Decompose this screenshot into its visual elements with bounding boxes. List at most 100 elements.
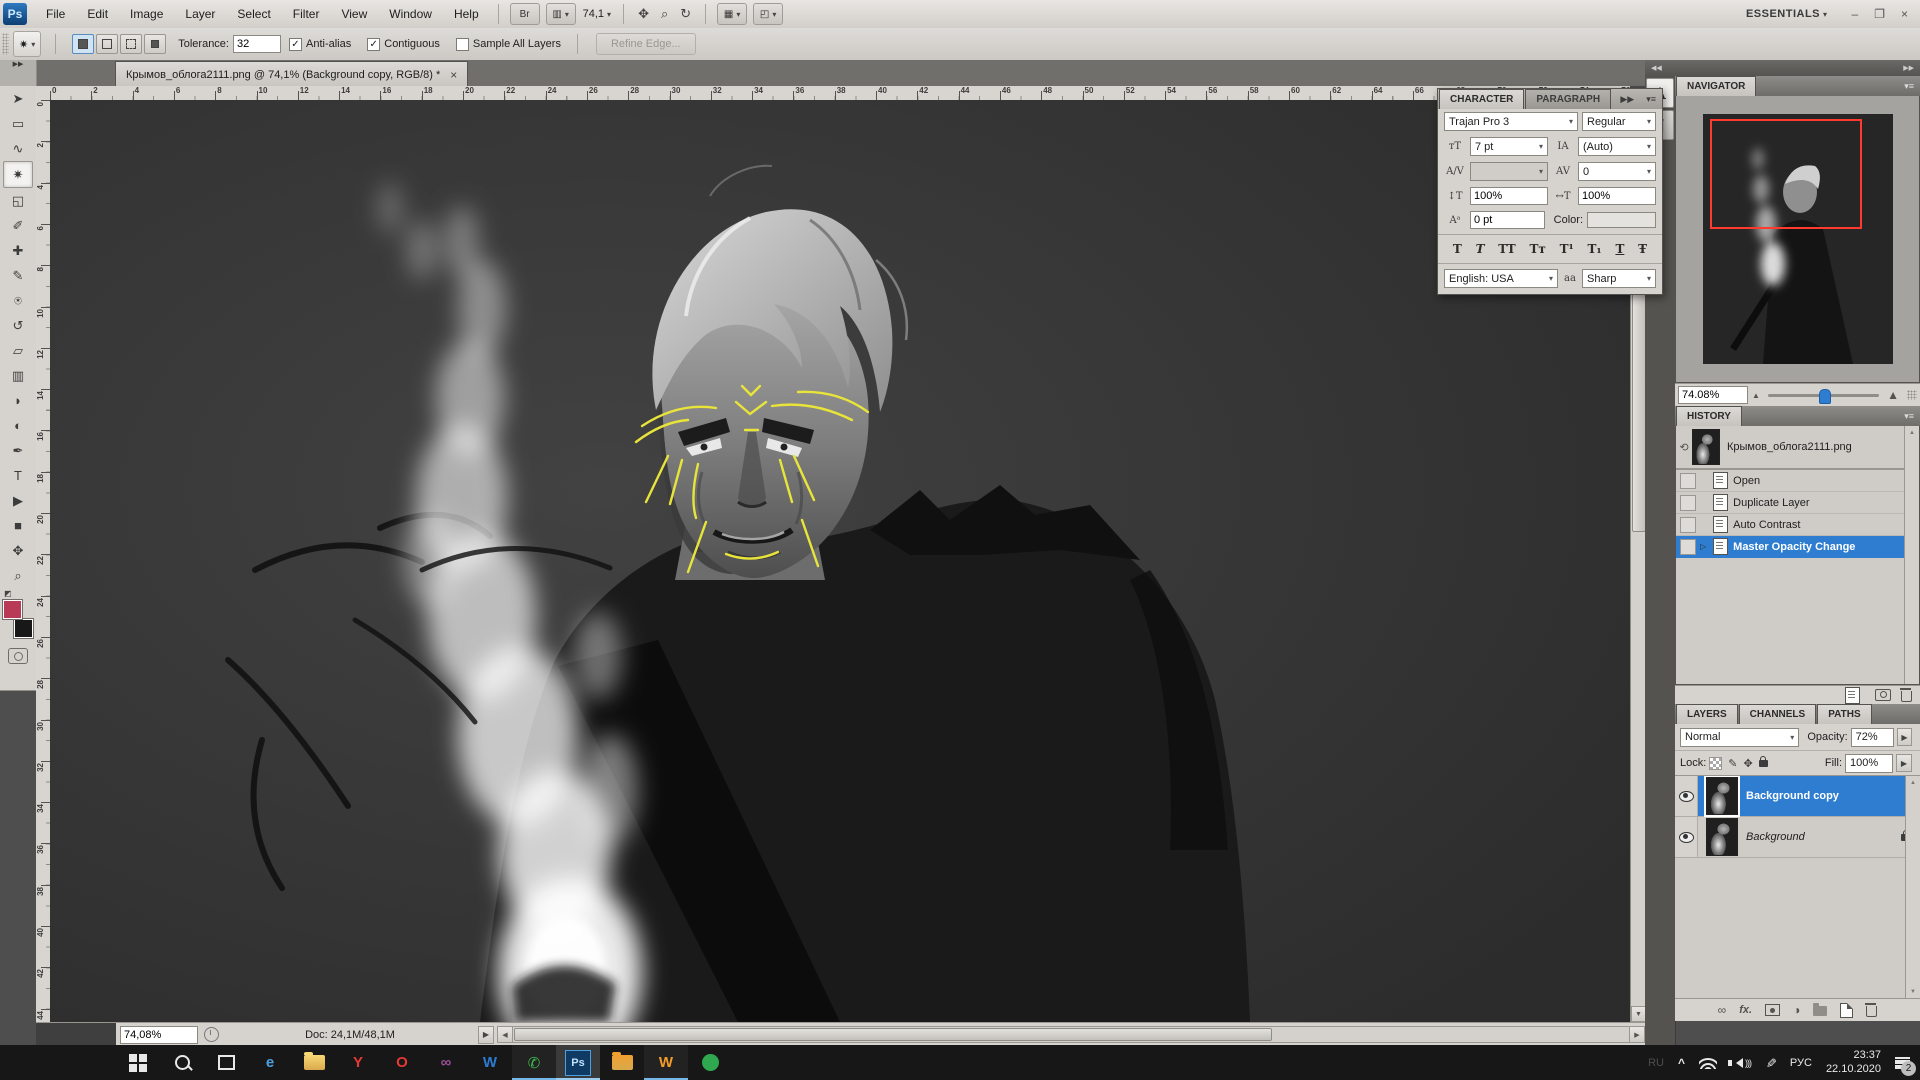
taskbar-app-visual-studio[interactable]: ∞ (424, 1045, 468, 1080)
blur-tool[interactable]: ◗ (4, 388, 32, 413)
zoom-in-icon[interactable]: ▲ (1887, 388, 1899, 402)
panel-menu-icon[interactable]: ▾≡ (1898, 406, 1920, 426)
navigator-zoom-input[interactable] (1678, 386, 1748, 404)
status-zoom-input[interactable] (120, 1026, 198, 1044)
menu-item[interactable]: View (330, 1, 378, 28)
font-style-select[interactable]: Regular▾ (1582, 112, 1656, 131)
taskbar-app-word[interactable]: W (468, 1045, 512, 1080)
rectangular-marquee-tool[interactable]: ▭ (4, 111, 32, 136)
history-item[interactable]: ▷ Master Opacity Change (1676, 536, 1919, 558)
task-view-button[interactable] (204, 1045, 248, 1080)
add-to-selection-button[interactable] (96, 34, 118, 54)
panel-flyout-icon[interactable]: ▶▶ (1614, 89, 1640, 109)
superscript-button[interactable]: T¹ (1558, 241, 1576, 257)
history-brush-tool[interactable]: ↺ (4, 313, 32, 338)
toolbox-collapse-button[interactable]: ▶▶ (0, 60, 37, 86)
magic-wand-tool[interactable]: ✷ (3, 161, 33, 188)
shape-tool[interactable]: ■ (4, 513, 32, 538)
layers-tab[interactable]: LAYERS (1676, 704, 1738, 724)
opacity-field[interactable]: 72% (1851, 728, 1894, 747)
menu-item[interactable]: Select (226, 1, 281, 28)
menu-item[interactable]: Help (443, 1, 490, 28)
antialias-select[interactable]: Sharp▾ (1582, 269, 1656, 288)
crop-tool[interactable]: ◱ (4, 188, 32, 213)
menu-item[interactable]: Layer (174, 1, 226, 28)
delete-layer-icon[interactable] (1866, 1006, 1877, 1017)
layers-tab[interactable]: PATHS (1817, 704, 1871, 724)
type-tool[interactable]: T (4, 463, 32, 488)
tab-paragraph[interactable]: PARAGRAPH (1525, 89, 1611, 109)
leading-select[interactable]: (Auto)▾ (1578, 137, 1656, 156)
zoom-tool-icon[interactable]: ⌕ (661, 6, 668, 22)
move-tool[interactable]: ➤ (4, 86, 32, 111)
history-scrollbar[interactable]: ▲ (1904, 426, 1919, 684)
taskbar-app-w-orange[interactable]: W (644, 1045, 688, 1080)
taskbar-app-edge[interactable]: e (248, 1045, 292, 1080)
scroll-left-icon[interactable]: ◀ (498, 1027, 513, 1042)
panel-menu-icon[interactable]: ▾≡ (1640, 89, 1662, 109)
new-snapshot-icon[interactable] (1875, 689, 1891, 701)
hand-tool[interactable]: ✥ (4, 538, 32, 563)
all-caps-button[interactable]: TT (1496, 241, 1517, 257)
lasso-tool[interactable]: ∿ (4, 136, 32, 161)
canvas[interactable] (50, 100, 1630, 1022)
tolerance-input[interactable] (233, 35, 281, 53)
navigator-zoom-slider[interactable] (1768, 394, 1879, 397)
subscript-button[interactable]: T₁ (1586, 241, 1604, 257)
tab-navigator[interactable]: NAVIGATOR (1676, 76, 1756, 96)
small-caps-button[interactable]: Tᴛ (1527, 241, 1547, 257)
adjustment-layer-icon[interactable]: ◑ (1793, 1003, 1800, 1017)
taskbar-app-explorer[interactable] (292, 1045, 336, 1080)
tracking-select[interactable]: 0▾ (1578, 162, 1656, 181)
navigator-preview[interactable] (1675, 96, 1920, 383)
language-indicator[interactable]: РУС (1790, 1057, 1812, 1069)
tool-preset-picker[interactable]: ✷ ▾ (13, 31, 41, 57)
clone-stamp-tool[interactable]: ⍟ (4, 288, 32, 313)
eraser-tool[interactable]: ▱ (4, 338, 32, 363)
foreground-color-swatch[interactable] (3, 600, 22, 619)
history-brush-source-icon[interactable]: ⟲ (1676, 441, 1692, 454)
history-source-well[interactable] (1680, 539, 1696, 555)
option-checkbox[interactable]: Contiguous (367, 38, 440, 51)
scroll-down-icon[interactable]: ▼ (1906, 985, 1920, 998)
quick-mask-button[interactable] (8, 648, 28, 664)
pen-tool[interactable]: ✒ (4, 438, 32, 463)
text-color-swatch[interactable] (1587, 212, 1656, 228)
view-extras-button[interactable]: ▥ ▾ (546, 3, 576, 25)
new-layer-icon[interactable] (1840, 1003, 1853, 1018)
layers-scrollbar[interactable]: ▲ ▼ (1905, 776, 1920, 998)
taskbar-app-green-messenger[interactable]: ✆ (512, 1045, 556, 1080)
dodge-tool[interactable]: ◐ (4, 413, 32, 438)
underline-button[interactable]: T (1613, 241, 1626, 257)
arrange-documents-button[interactable]: ▦ ▾ (717, 3, 747, 25)
screen-mode-button[interactable]: ◰ ▾ (753, 3, 783, 25)
menu-item[interactable]: Image (119, 1, 174, 28)
new-selection-button[interactable] (72, 34, 94, 54)
drag-grip[interactable] (2, 33, 9, 55)
ruler-left[interactable]: 0246810121416182022242628303234363840424… (36, 100, 51, 1022)
tab-character[interactable]: CHARACTER (1439, 89, 1524, 109)
background-color-swatch[interactable] (14, 619, 33, 638)
scroll-up-icon[interactable]: ▲ (1906, 776, 1920, 789)
lock-all-icon[interactable] (1759, 760, 1768, 767)
brush-tool[interactable]: ✎ (4, 263, 32, 288)
zoom-tool[interactable]: ⌕ (4, 563, 32, 588)
layer-visibility-toggle[interactable] (1675, 776, 1698, 816)
gradient-tool[interactable]: ▥ (4, 363, 32, 388)
kerning-select[interactable]: ▾ (1470, 162, 1548, 181)
tab-history[interactable]: HISTORY (1676, 406, 1742, 426)
menu-item[interactable]: Filter (282, 1, 331, 28)
font-size-select[interactable]: 7 pt▾ (1470, 137, 1548, 156)
opacity-slider-button[interactable]: ▶ (1897, 728, 1912, 746)
taskbar-app-yandex[interactable]: Y (336, 1045, 380, 1080)
taskbar-app-photoshop[interactable]: Ps (556, 1045, 600, 1080)
taskbar-clock[interactable]: 23:37 22.10.2020 (1826, 1049, 1881, 1077)
menu-item[interactable]: Edit (76, 1, 119, 28)
layer-style-icon[interactable]: fx. (1739, 1004, 1752, 1016)
add-layer-mask-icon[interactable] (1765, 1004, 1780, 1016)
layer-thumbnail[interactable] (1706, 777, 1738, 815)
ruler-origin-corner[interactable] (36, 86, 51, 101)
history-snapshot-row[interactable]: ⟲ Крымов_облога2111.png (1676, 426, 1919, 470)
language-select[interactable]: English: USA▾ (1444, 269, 1558, 288)
subtract-from-selection-button[interactable] (120, 34, 142, 54)
